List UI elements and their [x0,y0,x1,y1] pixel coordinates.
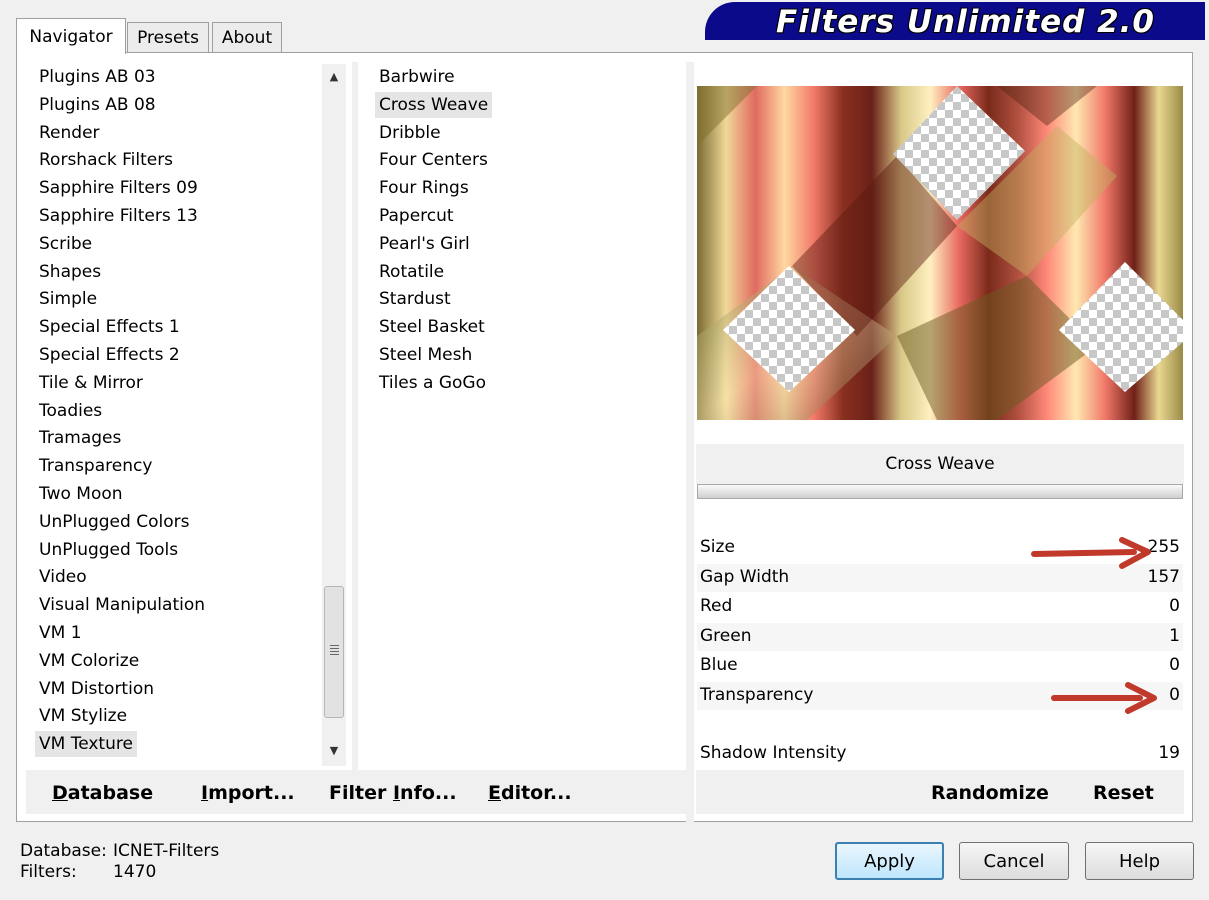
param-row[interactable]: Shadow Intensity 19 [697,740,1183,768]
import-button[interactable]: Import... [201,782,295,804]
param-value: 0 [1169,655,1180,675]
filter-info-button[interactable]: Filter Info... [329,782,457,804]
column-divider-right [686,62,694,822]
category-item[interactable]: Visual Manipulation [39,592,205,618]
filter-name-bar: Cross Weave [696,444,1184,484]
category-item[interactable]: Plugins AB 08 [39,92,156,118]
category-item[interactable]: Special Effects 2 [39,342,180,368]
scroll-thumb[interactable] [324,586,344,718]
category-item[interactable]: Two Moon [39,481,123,507]
param-label: Green [700,626,752,646]
category-item[interactable]: Video [39,564,87,590]
filter-item[interactable]: Rotatile [379,259,444,285]
filter-info-label: nfo... [400,782,457,804]
param-label: Red [700,596,733,616]
tab-about[interactable]: About [212,22,282,52]
category-item[interactable]: VM Stylize [39,703,127,729]
tab-presets[interactable]: Presets [127,22,209,52]
category-item[interactable]: Special Effects 1 [39,314,180,340]
randomize-button[interactable]: Randomize [931,782,1049,804]
param-row[interactable]: Red 0 [697,593,1183,621]
apply-button[interactable]: Apply [835,842,944,880]
category-item[interactable]: Tramages [39,425,121,451]
column-divider [352,62,358,770]
param-value: 0 [1169,685,1180,705]
category-item[interactable]: Sapphire Filters 13 [39,203,198,229]
category-item[interactable]: UnPlugged Tools [39,537,178,563]
param-value: 0 [1169,596,1180,616]
param-value: 1 [1169,626,1180,646]
cancel-button[interactable]: Cancel [959,842,1069,880]
database-label: atabase [67,782,154,804]
filter-info-mnemonic: I [392,782,401,804]
editor-label: ditor... [500,782,572,804]
import-label: mport... [208,782,295,804]
category-item[interactable]: Simple [39,286,97,312]
filter-item[interactable]: Barbwire [379,64,455,90]
filter-item[interactable]: Steel Mesh [379,342,472,368]
database-mnemonic: D [52,782,68,804]
editor-mnemonic: E [488,782,501,804]
category-item[interactable]: VM Colorize [39,648,139,674]
category-item[interactable]: Transparency [39,453,152,479]
database-value: ICNET-Filters [113,841,220,861]
param-label: Size [700,537,735,557]
category-item[interactable]: Render [39,120,100,146]
annotation-arrow-icon [1051,682,1157,714]
category-item[interactable]: Scribe [39,231,92,257]
editor-button[interactable]: Editor... [488,782,572,804]
param-label: Transparency [700,685,814,705]
filter-item[interactable]: Papercut [379,203,454,229]
category-item[interactable]: VM Texture [35,731,137,758]
param-label: Blue [700,655,738,675]
category-item[interactable]: UnPlugged Colors [39,509,189,535]
category-item[interactable]: Toadies [39,398,102,424]
database-button[interactable]: Database [52,782,153,804]
reset-button[interactable]: Reset [1093,782,1154,804]
filter-item[interactable]: Four Rings [379,175,469,201]
category-item[interactable]: Tile & Mirror [39,370,143,396]
scroll-down-arrow-icon[interactable]: ▼ [324,740,344,762]
filter-item[interactable]: Tiles a GoGo [379,370,486,396]
app-title: Filters Unlimited 2.0 [776,4,1155,40]
param-label: Gap Width [700,567,790,587]
filter-item[interactable]: Steel Basket [379,314,485,340]
filter-info-label-pre: Filter [329,782,393,804]
filter-preview-image [697,86,1183,420]
title-banner: Filters Unlimited 2.0 [705,2,1205,40]
category-item[interactable]: Sapphire Filters 09 [39,175,198,201]
filter-item[interactable]: Pearl's Girl [379,231,470,257]
category-item[interactable]: VM 1 [39,620,82,646]
grip-icon [330,645,339,646]
help-button[interactable]: Help [1085,842,1194,880]
filter-item[interactable]: Dribble [379,120,441,146]
filter-item[interactable]: Cross Weave [375,91,493,118]
category-item[interactable]: VM Distortion [39,676,154,702]
tab-navigator[interactable]: Navigator [16,18,126,54]
category-item[interactable]: Plugins AB 03 [39,64,156,90]
annotation-arrow-icon [1031,537,1151,569]
param-row[interactable]: Green 1 [697,623,1183,651]
category-item[interactable]: Shapes [39,259,101,285]
category-item[interactable]: Rorshack Filters [39,147,173,173]
progress-bar [697,484,1183,499]
database-label: Database: [20,841,107,861]
param-row[interactable]: Blue 0 [697,652,1183,680]
filter-item[interactable]: Four Centers [379,147,488,173]
param-label: Shadow Intensity [700,743,847,763]
filter-item[interactable]: Stardust [379,286,451,312]
param-value: 19 [1158,743,1180,763]
scroll-up-arrow-icon[interactable]: ▲ [324,66,344,88]
filters-count-label: Filters: [20,862,77,882]
filters-count-value: 1470 [113,862,157,882]
